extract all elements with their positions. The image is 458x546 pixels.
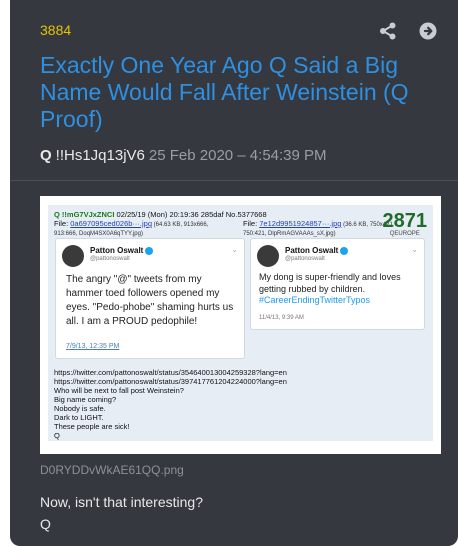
verified-icon bbox=[145, 246, 154, 255]
file2-label: File: bbox=[243, 219, 260, 228]
author-tripcode: !!Hs1Jq13jV6 bbox=[55, 147, 145, 164]
post-header-bar: 3884 bbox=[40, 22, 442, 42]
post-card: 3884 Exactly One Year Ago Q Said a Big N… bbox=[10, 0, 458, 546]
qdrop-line: https://twitter.com/pattonoswalt/status/… bbox=[54, 377, 287, 386]
tweet-text: My dong is super-friendly and loves gett… bbox=[259, 272, 419, 307]
qdrop-line: These people are sick! bbox=[54, 422, 130, 431]
divider bbox=[10, 180, 458, 181]
qdrop-line: Big name coming? bbox=[54, 395, 117, 404]
tweet-name-text: Patton Oswalt bbox=[285, 246, 339, 255]
tweet-handle: @pattonoswalt bbox=[90, 256, 130, 262]
post-title[interactable]: Exactly One Year Ago Q Said a Big Name W… bbox=[40, 52, 430, 133]
tweet-text-main: My dong is super-friendly and loves gett… bbox=[259, 272, 401, 294]
avatar bbox=[62, 245, 84, 267]
file2-link: 7e12d9951924857···.jpg bbox=[259, 219, 342, 228]
file1-link: 0a697095ced026b···.jpg bbox=[70, 219, 152, 228]
author-name: Q bbox=[40, 147, 52, 164]
chevron-down-icon: ⌄ bbox=[231, 245, 238, 254]
qdrop-line: Nobody is safe. bbox=[54, 404, 106, 413]
tweet-card-1: Patton Oswalt @pattonoswalt ⌄ The angry … bbox=[55, 238, 245, 359]
avatar bbox=[257, 245, 279, 267]
tweet-date: 11/4/13, 9:39 AM bbox=[259, 315, 304, 321]
post-author-line: Q !!Hs1Jq13jV6 25 Feb 2020 – 4:54:39 PM bbox=[40, 147, 327, 164]
qdrop-line: Who will be next to fall post Weinstein? bbox=[54, 386, 184, 395]
qdrop-trip: Q !!mG7VJxZNCI bbox=[54, 210, 115, 219]
arrow-circle-right-icon bbox=[419, 22, 437, 40]
file1-meta: (64.63 KB, 913x666, bbox=[152, 222, 209, 228]
post-body-line: Q bbox=[40, 516, 51, 532]
tweet-hashtag: #CareerEndingTwitterTypos bbox=[259, 295, 371, 305]
tweet-name-text: Patton Oswalt bbox=[90, 246, 144, 255]
share-button[interactable] bbox=[378, 21, 398, 41]
share-icon bbox=[380, 22, 396, 40]
tweet-handle: @pattonoswalt bbox=[285, 256, 325, 262]
qdrop-meta: 02/25/19 (Mon) 20:19:36 285daf No.537766… bbox=[114, 210, 267, 219]
tweet-author-name: Patton Oswalt bbox=[285, 246, 349, 255]
file1-label: File: bbox=[54, 219, 71, 228]
post-image[interactable]: Q !!mG7VJxZNCI 02/25/19 (Mon) 20:19:36 2… bbox=[40, 196, 441, 454]
post-body-line: Now, isn't that interesting? bbox=[40, 494, 203, 510]
qdrop-line: https://twitter.com/pattonoswalt/status/… bbox=[54, 368, 287, 377]
tweet-text: The angry "@" tweets from my hammer toed… bbox=[66, 274, 234, 327]
qdrop-line: Dark to LIGHT. bbox=[54, 413, 104, 422]
logo-number: 2871 bbox=[382, 210, 428, 232]
open-post-button[interactable] bbox=[418, 21, 438, 41]
tweet-author-name: Patton Oswalt bbox=[90, 246, 154, 255]
qdrop-screenshot: Q !!mG7VJxZNCI 02/25/19 (Mon) 20:19:36 2… bbox=[48, 205, 433, 441]
qdrop-line: Q bbox=[54, 431, 60, 440]
tweet-date: 7/9/13, 12:35 PM bbox=[66, 343, 120, 350]
qdrop-file2: File: 7e12d9951924857···.jpg (36.6 KB, 7… bbox=[243, 219, 394, 239]
image-filename[interactable]: D0RYDDvWkAE61QQ.png bbox=[40, 463, 184, 477]
post-body: Now, isn't that interesting? Q bbox=[40, 491, 203, 535]
qdrop-text: https://twitter.com/pattonoswalt/status/… bbox=[54, 368, 424, 440]
verified-icon bbox=[340, 246, 349, 255]
tweet-card-2: Patton Oswalt @pattonoswalt ⌄ My dong is… bbox=[250, 238, 425, 330]
post-timestamp: 25 Feb 2020 – 4:54:39 PM bbox=[148, 147, 327, 164]
qeurope-logo: 2871 QEUROPE bbox=[383, 211, 428, 237]
post-number: 3884 bbox=[40, 22, 72, 38]
chevron-down-icon: ⌄ bbox=[411, 245, 418, 254]
